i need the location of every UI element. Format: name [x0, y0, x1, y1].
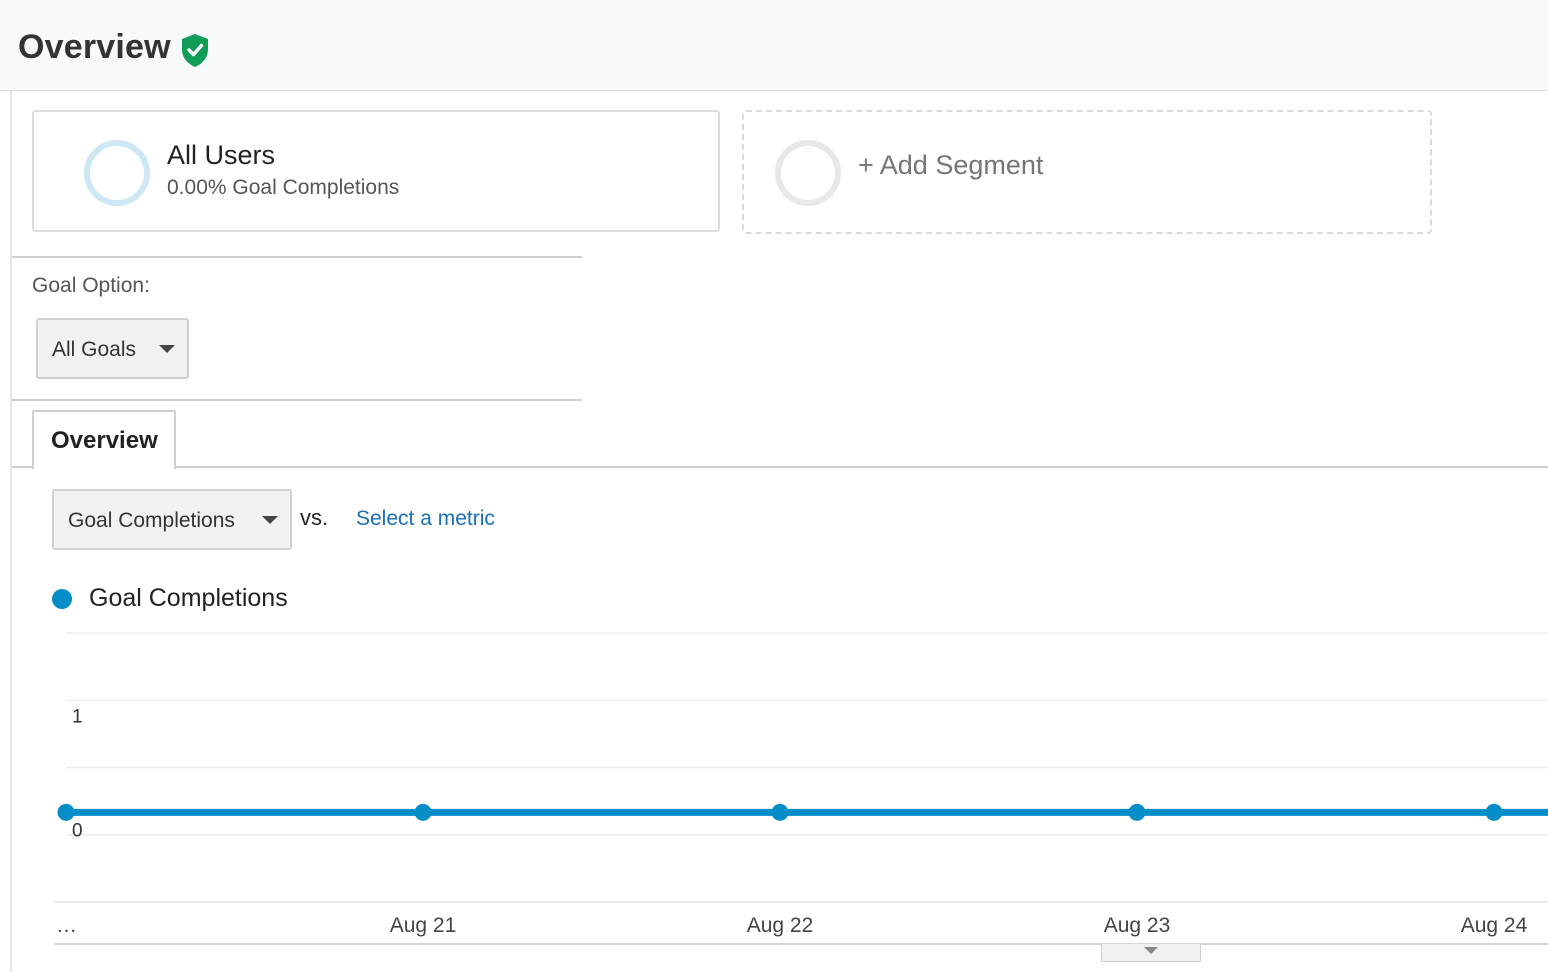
- empty-segment-ring-icon: [775, 140, 841, 206]
- segment-title: All Users: [167, 140, 276, 170]
- tab-baseline: [12, 466, 1548, 468]
- chart-scroll-handle[interactable]: [1101, 944, 1201, 962]
- tab-overview-label: Overview: [51, 427, 158, 454]
- primary-metric-select[interactable]: Goal Completions: [52, 489, 292, 550]
- select-metric-link[interactable]: Select a metric: [356, 507, 495, 531]
- add-segment-label: + Add Segment: [858, 150, 1044, 180]
- segment-ring-icon: [84, 140, 150, 206]
- divider: [12, 256, 582, 258]
- legend-marker: [52, 589, 72, 609]
- divider: [12, 399, 582, 401]
- verified-shield-icon: [182, 34, 208, 67]
- goal-option-label: Goal Option:: [32, 274, 150, 297]
- chevron-down-icon: [1144, 947, 1158, 954]
- page-header: Overview: [0, 0, 1548, 91]
- chevron-down-icon: [262, 516, 278, 524]
- chevron-down-icon: [159, 345, 175, 353]
- primary-metric-value: Goal Completions: [68, 509, 235, 532]
- add-segment-button[interactable]: + Add Segment: [742, 110, 1432, 234]
- tab-overview[interactable]: Overview: [32, 410, 176, 469]
- legend-label: Goal Completions: [89, 584, 288, 612]
- segment-summary: 0.00% Goal Completions: [167, 176, 400, 199]
- page-title: Overview: [18, 28, 171, 66]
- vs-label: vs.: [300, 505, 329, 530]
- segment-card-all-users[interactable]: All Users 0.00% Goal Completions: [32, 110, 720, 232]
- goal-option-value: All Goals: [52, 338, 137, 361]
- goal-option-select[interactable]: All Goals: [36, 318, 189, 379]
